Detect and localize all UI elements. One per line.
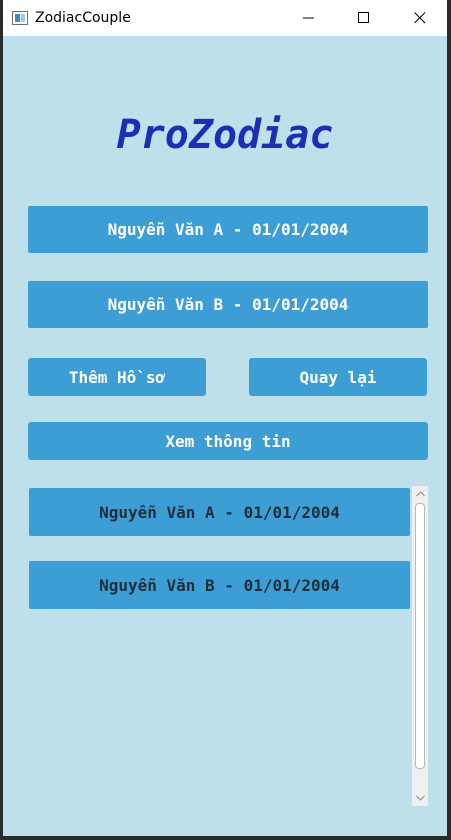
minimize-button[interactable] <box>286 0 332 36</box>
list-scrollbar[interactable] <box>412 486 428 806</box>
close-icon <box>414 12 426 24</box>
maximize-button[interactable] <box>341 0 387 36</box>
app-window: ZodiacCouple ProZodiac Nguyễn Văn A - 01… <box>3 0 447 836</box>
title-bar[interactable]: ZodiacCouple <box>3 0 447 36</box>
window-title: ZodiacCouple <box>35 10 131 26</box>
scroll-up-button[interactable] <box>412 486 428 502</box>
chevron-down-icon <box>415 795 425 801</box>
list-item[interactable]: Nguyễn Văn B - 01/01/2004 <box>29 561 410 609</box>
profile-second-button[interactable]: Nguyễn Văn B - 01/01/2004 <box>28 281 428 328</box>
profile-list[interactable]: Nguyễn Văn A - 01/01/2004 Nguyễn Văn B -… <box>28 486 428 806</box>
back-button[interactable]: Quay lại <box>249 358 427 396</box>
minimize-icon <box>303 17 314 19</box>
profile-first-button[interactable]: Nguyễn Văn A - 01/01/2004 <box>28 206 428 253</box>
close-button[interactable] <box>397 0 443 36</box>
scroll-down-button[interactable] <box>412 790 428 806</box>
scroll-thumb[interactable] <box>415 503 425 769</box>
app-heading: ProZodiac <box>116 112 334 158</box>
view-info-button[interactable]: Xem thông tin <box>28 422 428 460</box>
app-icon <box>12 11 28 25</box>
maximize-icon <box>358 12 369 23</box>
list-item[interactable]: Nguyễn Văn A - 01/01/2004 <box>29 488 410 536</box>
chevron-up-icon <box>415 491 425 497</box>
add-profile-button[interactable]: Thêm Hồ sơ <box>28 358 206 396</box>
